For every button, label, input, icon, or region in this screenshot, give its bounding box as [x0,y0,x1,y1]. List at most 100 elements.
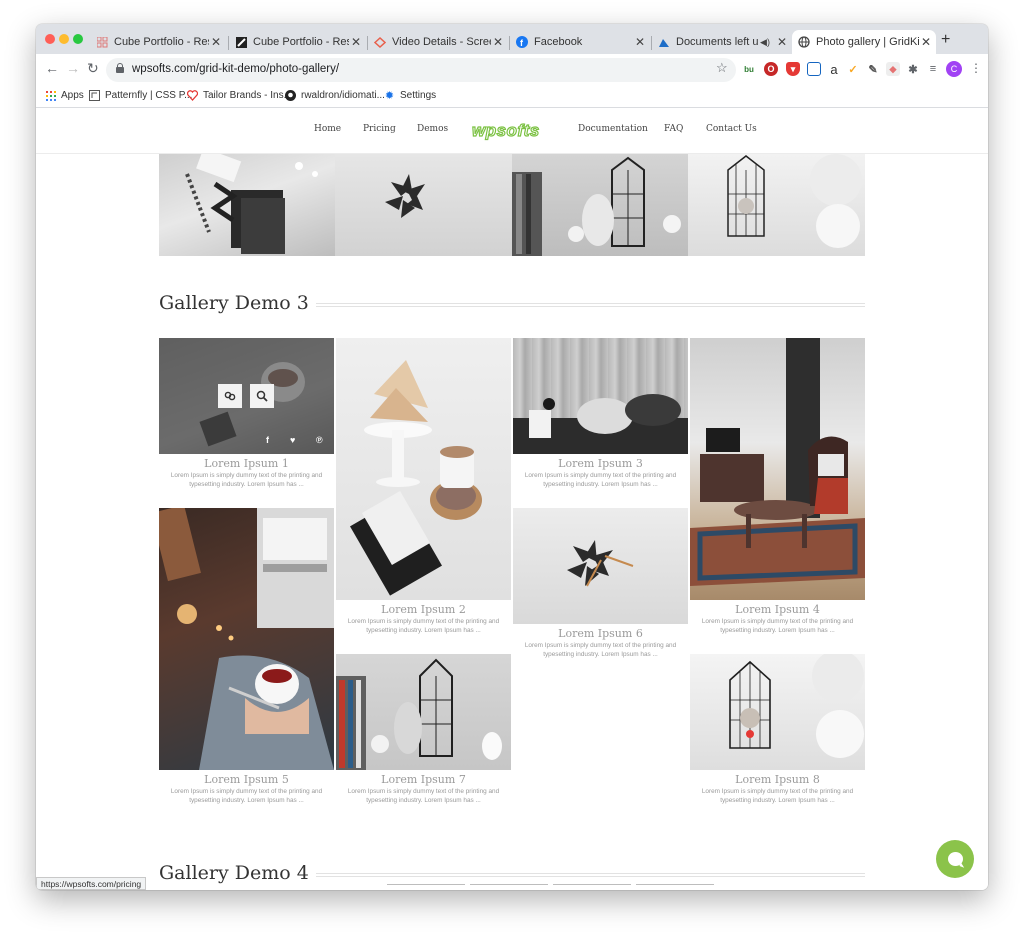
url-text[interactable]: wpsofts.com/grid-kit-demo/photo-gallery/ [132,63,339,75]
nav-pricing[interactable]: Pricing [363,124,396,134]
new-tab-button[interactable]: + [941,31,950,49]
grid-icon [96,36,108,48]
menu-kebab-icon[interactable]: ⋮ [970,61,982,75]
gallery-item-4-title[interactable]: Lorem Ipsum 4 [690,603,865,616]
gallery-3-title: Gallery Demo 3 [159,292,309,314]
gallery-item-8-text: Lorem Ipsum is simply dummy text of the … [701,788,854,804]
nav-faq[interactable]: FAQ [664,124,683,134]
bookmark-github[interactable]: rwaldron/idiomati... [285,90,385,101]
link-icon[interactable] [218,384,242,408]
site-logo[interactable]: wpsofts [471,120,539,141]
close-icon[interactable]: ✕ [919,35,933,49]
gallery-item-7-title[interactable]: Lorem Ipsum 7 [336,773,511,786]
chat-widget-button[interactable] [936,840,974,878]
tab-photo-gallery[interactable]: Photo gallery | GridKit by WPSofts ✕ [792,30,936,54]
extension-square-icon[interactable] [807,62,821,76]
nav-home[interactable]: Home [314,124,341,134]
facebook-icon[interactable]: f [266,435,269,445]
profile-avatar[interactable]: C [946,61,962,77]
tab-video-details[interactable]: Video Details - Screencastify ✕ [368,30,508,54]
gallery-4-filter-peek [387,884,465,885]
gallery-item-1-text: Lorem Ipsum is simply dummy text of the … [170,472,323,488]
gallery-4-title: Gallery Demo 4 [159,862,309,884]
tab-documents[interactable]: Documents left unsecured ◀) ✕ [652,30,792,54]
bookmark-apps[interactable]: Apps [45,90,84,101]
mountain-icon [658,36,670,48]
nav-demos[interactable]: Demos [417,124,448,134]
tab-title: Facebook [534,36,583,48]
gallery-photo-5[interactable] [159,508,334,770]
gallery-prev-photo-3[interactable] [512,154,688,256]
tab-facebook[interactable]: f Facebook ✕ [510,30,650,54]
eyedropper-icon[interactable]: ✎ [866,62,880,76]
tab-cube-portfolio-2[interactable]: Cube Portfolio - Responsive ✕ [229,30,366,54]
gallery-3-rule [316,303,865,307]
gallery-item-8-title[interactable]: Lorem Ipsum 8 [690,773,865,786]
close-icon[interactable]: ✕ [349,35,363,49]
gallery-item-3-title[interactable]: Lorem Ipsum 3 [513,457,688,470]
forward-arrow-icon[interactable]: → [66,60,80,76]
gallery-photo-8[interactable] [690,654,865,770]
extension-bu-icon[interactable]: bu [742,62,756,76]
gallery-photo-3[interactable] [513,338,688,454]
close-window-button[interactable] [45,34,55,44]
stripe-icon [235,36,247,48]
page-viewport: Home Pricing Demos wpsofts Documentation… [36,108,988,890]
close-icon[interactable]: ✕ [209,35,223,49]
bookmark-label: Patternfly | CSS P... [105,90,193,101]
search-icon[interactable] [250,384,274,408]
gallery-item-5-title[interactable]: Lorem Ipsum 5 [159,773,334,786]
extension-shield-icon[interactable]: ▾ [786,62,800,76]
gallery-prev-photo-4[interactable] [688,154,865,256]
nav-contact[interactable]: Contact Us [706,124,757,134]
gallery-photo-4[interactable] [690,338,865,600]
bookmark-label: Settings [400,90,437,101]
bookmark-patternfly[interactable]: Patternfly | CSS P... [89,90,192,101]
close-icon[interactable]: ✕ [775,35,789,49]
bookmark-tailor-brands[interactable]: Tailor Brands - Ins... [187,90,292,101]
amazon-icon[interactable]: a [827,62,841,77]
puzzle-icon[interactable]: ✱ [906,62,920,76]
gallery-photo-6[interactable] [513,508,688,624]
close-icon[interactable]: ✕ [633,35,647,49]
facebook-icon: f [516,36,528,48]
globe-icon [798,36,810,48]
pinterest-icon[interactable]: ℗ [316,435,323,445]
extension-opera-icon[interactable]: O [764,62,778,76]
gallery-photo-1[interactable]: f ♥ ℗ [159,338,334,454]
gallery-item-1-title[interactable]: Lorem Ipsum 1 [159,457,334,470]
gallery-4-filter-peek [470,884,548,885]
tab-cube-portfolio-1[interactable]: Cube Portfolio - Responsive ✕ [90,30,226,54]
back-arrow-icon[interactable]: ← [45,60,59,76]
nav-documentation[interactable]: Documentation [578,124,648,134]
address-bar[interactable]: wpsofts.com/grid-kit-demo/photo-gallery/ [106,58,736,82]
extension-badge-icon[interactable]: ◆ [886,62,900,76]
tab-title: Cube Portfolio - Responsive [114,36,209,48]
photo-art [350,360,482,596]
reload-icon[interactable]: ↻ [87,60,99,77]
gallery-item-5-text: Lorem Ipsum is simply dummy text of the … [170,788,323,804]
lock-icon [116,63,124,73]
maximize-window-button[interactable] [73,34,83,44]
bookmark-settings[interactable]: ✹ Settings [384,90,437,102]
playlist-icon[interactable]: ≡ [926,62,940,76]
gallery-item-6-title[interactable]: Lorem Ipsum 6 [513,627,688,640]
gallery-prev-photo-1[interactable] [159,154,335,256]
bookmark-star-icon[interactable]: ☆ [716,60,728,76]
photo-art [567,540,634,587]
gallery-item-4-text: Lorem Ipsum is simply dummy text of the … [701,618,854,634]
gallery-photo-7[interactable] [336,654,511,770]
tab-title: Cube Portfolio - Responsive [253,36,349,48]
extension-honey-icon[interactable]: ✓ [846,62,860,76]
gallery-item-3-text: Lorem Ipsum is simply dummy text of the … [524,472,677,488]
minimize-window-button[interactable] [59,34,69,44]
close-icon[interactable]: ✕ [491,35,505,49]
gallery-prev-photo-2[interactable] [335,154,512,256]
gallery-photo-2[interactable] [336,338,511,600]
twitter-icon[interactable]: ♥ [290,435,295,445]
bookmarks-bar: Apps Patternfly | CSS P... Tailor Brands… [36,86,988,108]
gallery-item-2-title[interactable]: Lorem Ipsum 2 [336,603,511,616]
tailor-brands-icon [187,90,198,101]
gallery-item-2-text: Lorem Ipsum is simply dummy text of the … [347,618,500,634]
speaker-icon[interactable]: ◀) [758,37,772,48]
